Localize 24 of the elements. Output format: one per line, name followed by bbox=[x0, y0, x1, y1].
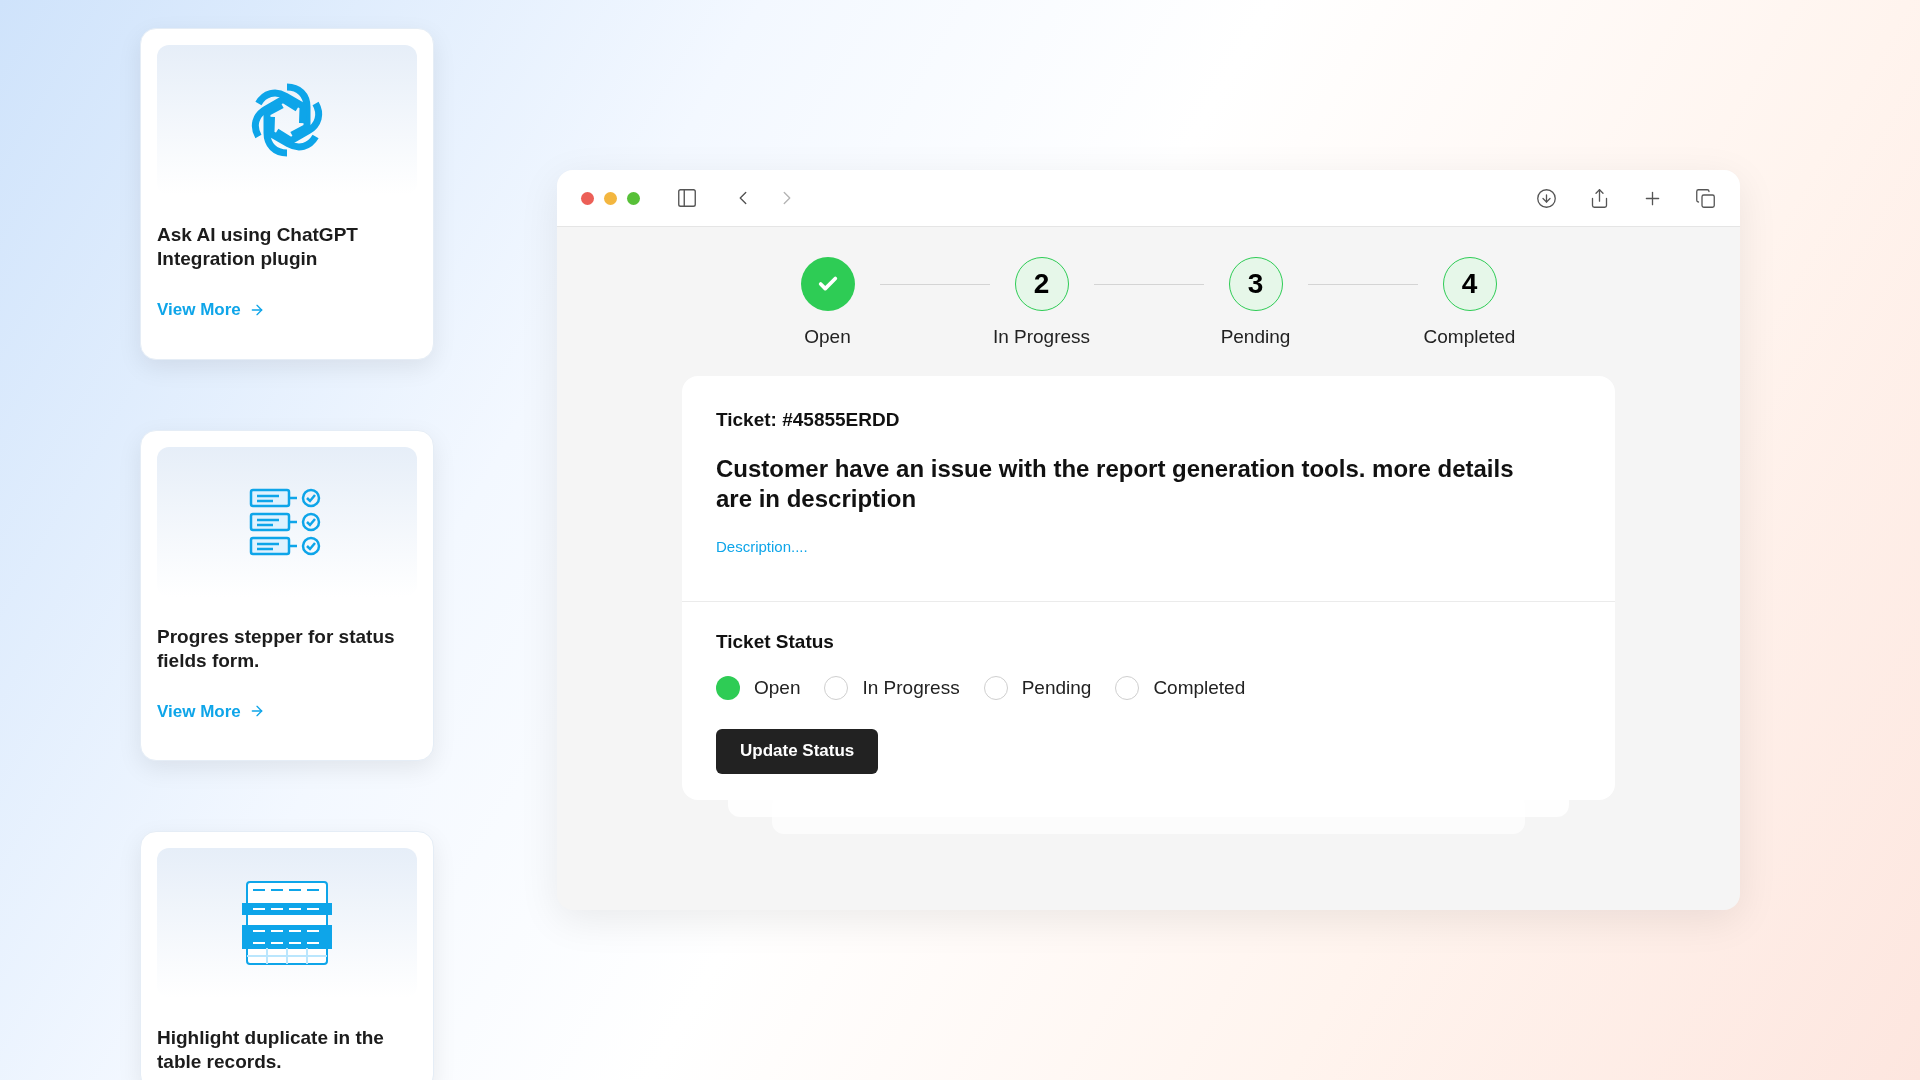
ticket-summary: Customer have an issue with the report generation tools. more details are in description bbox=[716, 454, 1515, 514]
sidebar-toggle-icon[interactable] bbox=[676, 187, 698, 209]
radio-label: Completed bbox=[1153, 676, 1246, 700]
card-title: Progres stepper for status fields form. bbox=[157, 624, 396, 673]
tabs-overview-icon[interactable] bbox=[1695, 187, 1716, 209]
step-label: Completed bbox=[1423, 325, 1516, 349]
share-icon[interactable] bbox=[1589, 187, 1610, 209]
step-label: Open bbox=[804, 325, 851, 349]
radio-label: Pending bbox=[1021, 676, 1092, 700]
ticket-id: Ticket: #45855ERDD bbox=[716, 407, 901, 432]
step-label: In Progress bbox=[992, 325, 1091, 349]
card-title: Highlight duplicate in the table records. bbox=[157, 1026, 385, 1074]
download-icon[interactable] bbox=[1536, 187, 1557, 209]
step-label: Pending bbox=[1220, 325, 1291, 349]
status-radio-option[interactable]: Pending bbox=[983, 674, 1092, 703]
radio-label: In Progress bbox=[862, 676, 960, 700]
status-radio-option[interactable]: Completed bbox=[1115, 674, 1246, 703]
status-heading: Ticket Status bbox=[716, 629, 835, 654]
status-radio-option[interactable]: Open bbox=[716, 674, 801, 703]
update-status-button[interactable]: Update Status bbox=[716, 728, 879, 774]
table-rows-icon bbox=[241, 880, 333, 966]
radio-label: Open bbox=[754, 676, 801, 700]
status-radio-option[interactable]: In Progress bbox=[824, 674, 960, 703]
card-title: Ask AI using ChatGPT Integration plugin bbox=[157, 223, 359, 271]
